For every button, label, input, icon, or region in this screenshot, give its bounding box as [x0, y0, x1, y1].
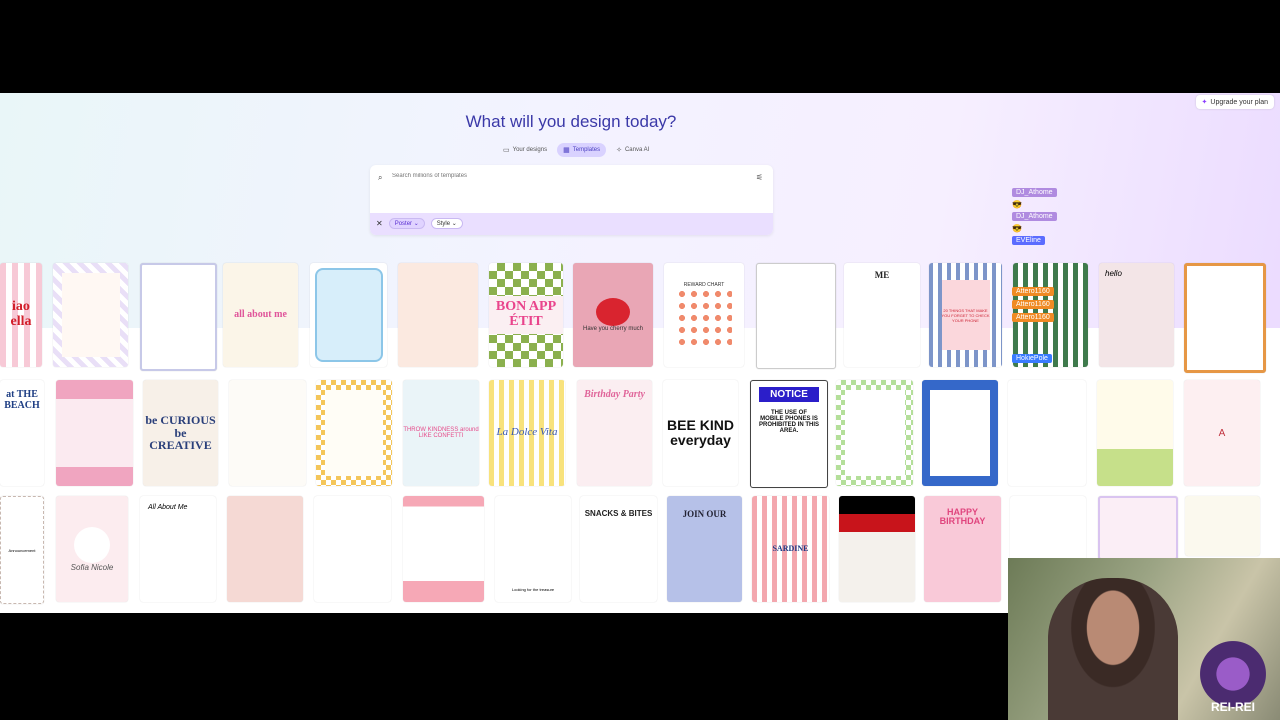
sunglasses-emoji-icon: 😎: [1012, 224, 1022, 233]
template-card[interactable]: SNACKS & BITES: [580, 496, 657, 602]
template-card[interactable]: 20 THINGS THAT MAKE YOU FORGET TO CHECK …: [929, 263, 1002, 367]
chat-username: DJ_Athome: [1012, 212, 1057, 221]
template-card[interactable]: Birthday Party: [577, 380, 652, 486]
design-tabs: ▭ Your designs ▦ Templates ✧ Canva AI: [497, 143, 655, 157]
chat-username: EVEline: [1012, 236, 1045, 245]
style-filter-chip[interactable]: Style ⌄: [430, 218, 463, 229]
template-card[interactable]: [1184, 263, 1266, 373]
chat-username: Attero1160: [1012, 313, 1054, 322]
template-card[interactable]: [56, 380, 133, 486]
clear-filter-icon[interactable]: ✕: [376, 219, 383, 228]
template-card[interactable]: [836, 380, 913, 486]
chat-username: DJ_Athome: [1012, 188, 1057, 197]
template-card[interactable]: at THE BEACH: [0, 380, 44, 486]
template-card[interactable]: [756, 263, 836, 369]
template-card[interactable]: JOIN OUR: [667, 496, 742, 602]
tab-templates[interactable]: ▦ Templates: [557, 143, 607, 157]
template-card[interactable]: iao ella: [0, 263, 42, 367]
template-card[interactable]: BON APP ÉTIT: [489, 263, 563, 367]
streamer-logo: REI-REI: [1196, 634, 1270, 714]
tab-your-designs[interactable]: ▭ Your designs: [497, 143, 553, 157]
template-card[interactable]: [140, 263, 217, 371]
template-card[interactable]: all about me: [223, 263, 298, 367]
template-card[interactable]: A: [1184, 380, 1260, 486]
chat-username: Attero1160: [1012, 300, 1054, 309]
template-card[interactable]: La Dolce Vita: [489, 380, 565, 486]
template-card[interactable]: [316, 380, 392, 486]
filter-icon[interactable]: ⚟: [756, 173, 763, 182]
chat-username: HokiePole: [1012, 354, 1052, 363]
upgrade-button[interactable]: ✦ Upgrade your plan: [1195, 95, 1274, 109]
template-card[interactable]: Have you cherry much: [573, 263, 653, 367]
sparkle-icon: ✦: [1201, 99, 1208, 106]
page-title: What will you design today?: [465, 112, 677, 131]
template-card[interactable]: All About Me: [140, 496, 216, 602]
template-card[interactable]: NOTICE THE USE OF MOBILE PHONES IS PROHI…: [750, 380, 828, 488]
sparkle-icon: ✧: [616, 147, 622, 154]
filter-bar: ✕ Poster ⌄ Style ⌄: [370, 213, 773, 235]
template-card[interactable]: [229, 380, 306, 486]
folder-icon: ▭: [503, 147, 510, 154]
template-card[interactable]: [922, 380, 998, 486]
sunglasses-emoji-icon: 😎: [1012, 200, 1022, 209]
template-card[interactable]: [1008, 380, 1086, 486]
template-card[interactable]: ME: [844, 263, 920, 367]
webcam-overlay: REI-REI: [1008, 558, 1280, 720]
streamer-video: [1048, 578, 1178, 720]
template-card[interactable]: Sofia Nicole: [56, 496, 128, 602]
poster-filter-chip[interactable]: Poster ⌄: [388, 218, 425, 229]
search-box: ⌕ ⚟ ✕ Poster ⌄ Style ⌄: [370, 165, 773, 235]
template-card[interactable]: BEE KIND everyday: [663, 380, 738, 486]
template-icon: ▦: [563, 147, 570, 154]
stream-chat-overlay: DJ_Athome 😎 DJ_Athome 😎 EVEline Attero11…: [1012, 186, 1132, 365]
template-card[interactable]: [1098, 496, 1178, 560]
template-card[interactable]: [227, 496, 303, 602]
search-icon: ⌕: [378, 173, 383, 182]
template-card[interactable]: REWARD CHART: [664, 263, 744, 367]
template-card[interactable]: [1185, 496, 1260, 556]
template-card[interactable]: Announcement: [0, 496, 44, 604]
chat-username: Attero1160: [1012, 287, 1054, 296]
template-card[interactable]: [398, 263, 478, 367]
search-input[interactable]: [390, 172, 724, 180]
template-card[interactable]: [314, 496, 391, 602]
tab-canva-ai[interactable]: ✧ Canva AI: [610, 143, 655, 157]
template-card[interactable]: [403, 496, 484, 602]
template-card[interactable]: [310, 263, 387, 367]
template-card[interactable]: HAPPY BIRTHDAY: [924, 496, 1001, 602]
template-card[interactable]: [839, 496, 915, 602]
template-card[interactable]: Looking for the treasure: [495, 496, 571, 602]
template-card[interactable]: be CURIOUS be CREATIVE: [143, 380, 218, 486]
template-card[interactable]: THROW KINDNESS around LIKE CONFETTI: [403, 380, 479, 486]
template-card[interactable]: [1097, 380, 1173, 486]
template-card[interactable]: [53, 263, 128, 367]
template-card[interactable]: SARDINE: [752, 496, 829, 602]
